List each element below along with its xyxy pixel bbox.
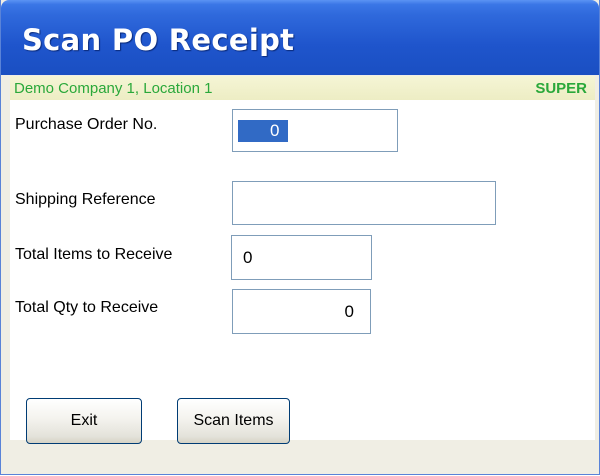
po-number-label: Purchase Order No. <box>15 116 158 133</box>
scan-items-button-label: Scan Items <box>193 412 274 429</box>
form-area: Purchase Order No. 0 Shipping Reference … <box>10 100 595 440</box>
scan-items-button[interactable]: Scan Items <box>177 398 290 444</box>
company-location-label: Demo Company 1, Location 1 <box>14 80 213 97</box>
total-items-input[interactable]: 0 <box>231 235 372 280</box>
window-title: Scan PO Receipt <box>22 23 295 57</box>
po-number-input[interactable]: 0 <box>232 109 398 152</box>
total-qty-value: 0 <box>344 301 354 321</box>
shipping-reference-input[interactable] <box>232 181 496 225</box>
total-items-label: Total Items to Receive <box>15 246 173 263</box>
total-qty-input[interactable]: 0 <box>232 289 371 334</box>
exit-button[interactable]: Exit <box>26 398 142 444</box>
scan-po-receipt-window: Scan PO Receipt Demo Company 1, Location… <box>0 0 600 475</box>
exit-button-label: Exit <box>70 412 98 429</box>
total-qty-label: Total Qty to Receive <box>15 299 159 316</box>
user-label: SUPER <box>535 80 587 97</box>
shipping-reference-label: Shipping Reference <box>15 191 156 208</box>
title-bar[interactable]: Scan PO Receipt <box>1 0 599 75</box>
company-status-bar: Demo Company 1, Location 1 SUPER <box>10 76 595 100</box>
total-items-value: 0 <box>243 247 253 267</box>
po-number-value: 0 <box>238 119 289 142</box>
